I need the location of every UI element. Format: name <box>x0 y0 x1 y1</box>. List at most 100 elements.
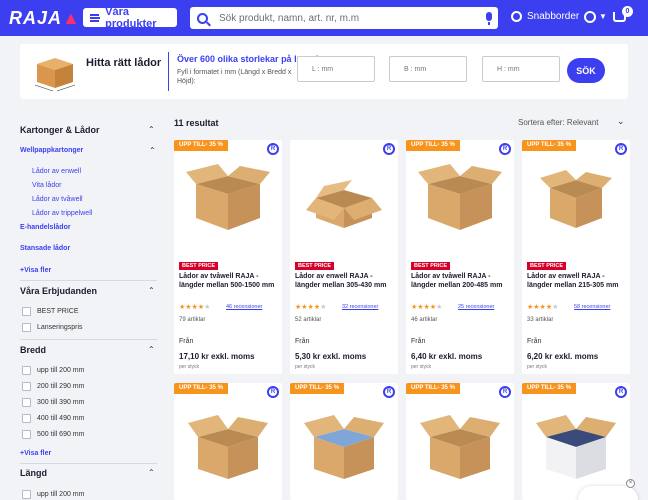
finder-divider <box>168 52 169 91</box>
checkbox-label: BEST PRICE <box>37 308 79 315</box>
ehandel-link[interactable]: E-handelslådor <box>20 224 71 231</box>
chevron-up-icon[interactable]: ⌃ <box>148 125 155 134</box>
reviews-link[interactable]: 32 recensioner <box>342 304 378 310</box>
box-dimensions-icon <box>34 58 76 92</box>
checkbox[interactable] <box>22 490 31 499</box>
filter-bredd-4[interactable]: 500 till 690 mm <box>22 430 84 439</box>
promo-badge: UPP TILL- 35 % <box>174 140 228 151</box>
length-input[interactable] <box>297 56 375 82</box>
chevron-up-icon[interactable]: ⌃ <box>148 468 155 477</box>
open-box-image <box>186 164 270 230</box>
microphone-icon[interactable] <box>486 12 492 25</box>
quick-order-button[interactable]: Snabborder <box>511 11 579 22</box>
checkbox[interactable] <box>22 398 31 407</box>
rating-stars: ★★★★★ <box>295 304 327 311</box>
product-name[interactable]: Lådor av enwell RAJA - längder mellan 30… <box>295 272 395 290</box>
rating-stars: ★★★★★ <box>179 304 211 311</box>
raja-logo[interactable]: RAJA▲ <box>9 8 81 29</box>
langd-heading[interactable]: Längd <box>20 468 47 478</box>
best-price-badge: BEST PRICE <box>527 262 567 270</box>
product-name[interactable]: Lådor av enwell RAJA - längder mellan 21… <box>527 272 627 290</box>
price-unit: per styck <box>295 364 316 370</box>
filter-langd-0[interactable]: upp till 200 mm <box>22 490 84 499</box>
checkbox[interactable] <box>22 323 31 332</box>
reviews-link[interactable]: 58 recensioner <box>574 304 610 310</box>
checkbox-label: 200 till 290 mm <box>37 383 85 390</box>
checkbox-label: 300 till 390 mm <box>37 399 85 406</box>
price-from-label: Från <box>179 338 194 345</box>
chevron-up-icon[interactable]: ⌃ <box>148 345 155 354</box>
chevron-up-icon[interactable]: ⌃ <box>149 146 156 155</box>
chevron-down-icon[interactable]: ▼ <box>599 12 607 21</box>
filter-lanseringspris[interactable]: Lanseringspris <box>22 323 83 332</box>
open-box-image <box>540 170 612 228</box>
sidebar-item-tvawell[interactable]: Lådor av tvåwell <box>32 196 83 203</box>
product-name[interactable]: Lådor av tvåwell RAJA - längder mellan 5… <box>179 272 279 290</box>
promo-badge: UPP TILL- 35 % <box>174 383 228 394</box>
checkbox[interactable] <box>22 366 31 375</box>
height-input[interactable] <box>482 56 560 82</box>
width-input[interactable] <box>389 56 467 82</box>
filter-bredd-1[interactable]: 200 till 290 mm <box>22 382 84 391</box>
promo-badge: UPP TILL- 35 % <box>406 383 460 394</box>
product-card[interactable]: UPP TILL- 35 % R BEST PRICE Lådor av enw… <box>522 140 630 374</box>
filter-best-price[interactable]: BEST PRICE <box>22 307 79 316</box>
user-icon[interactable] <box>584 11 596 23</box>
products-menu-button[interactable]: Våra produkter <box>83 6 177 30</box>
chat-widget[interactable] <box>578 486 638 500</box>
search-icon[interactable] <box>197 12 208 24</box>
top-header: RAJA▲ Våra produkter Snabborder ▼ 0 <box>0 0 648 36</box>
reviews-link[interactable]: 25 recensioner <box>458 304 494 310</box>
product-card[interactable]: UPP TILL- 35 % R <box>522 383 630 500</box>
promo-badge: UPP TILL- 35 % <box>522 383 576 394</box>
finder-search-button[interactable]: SÖK <box>567 58 605 83</box>
product-card[interactable]: UPP TILL- 35 % R <box>406 383 514 500</box>
open-box-image <box>418 164 502 230</box>
search-input[interactable] <box>219 12 469 24</box>
product-card[interactable]: UPP TILL- 35 % R BEST PRICE Lådor av två… <box>174 140 282 374</box>
product-card[interactable]: UPP TILL- 35 % R BEST PRICE Lådor av två… <box>406 140 514 374</box>
open-box-image <box>188 415 268 479</box>
divider <box>20 339 157 340</box>
price-from-label: Från <box>411 338 426 345</box>
product-card[interactable]: UPP TILL- 35 % R <box>174 383 282 500</box>
checkbox-label: upp till 200 mm <box>37 491 85 498</box>
checkbox[interactable] <box>22 382 31 391</box>
checkbox[interactable] <box>22 430 31 439</box>
clock-icon <box>511 11 522 22</box>
filter-bredd-2[interactable]: 300 till 390 mm <box>22 398 84 407</box>
product-price: 6,40 kr exkl. moms <box>411 352 483 361</box>
sort-dropdown[interactable]: Sortera efter: Relevant <box>518 118 598 127</box>
best-price-badge: BEST PRICE <box>411 262 451 270</box>
close-icon[interactable]: × <box>626 479 635 488</box>
checkbox-label: 400 till 490 mm <box>37 415 85 422</box>
stansade-link[interactable]: Stansade lådor <box>20 245 70 252</box>
show-more-categories[interactable]: +Visa fler <box>20 267 51 274</box>
chevron-up-icon[interactable]: ⌃ <box>148 286 155 295</box>
bredd-heading[interactable]: Bredd <box>20 345 46 355</box>
quick-order-label: Snabborder <box>527 11 580 22</box>
checkbox[interactable] <box>22 307 31 316</box>
sidebar-item-vita[interactable]: Vita lådor <box>32 182 61 189</box>
chevron-down-icon[interactable]: ⌄ <box>617 116 625 127</box>
offers-heading[interactable]: Våra Erbjudanden <box>20 286 97 296</box>
sidebar-item-trippelwell[interactable]: Lådor av trippelwell <box>32 210 92 217</box>
sidebar-item-enwell[interactable]: Lådor av enwell <box>32 168 81 175</box>
product-card[interactable]: UPP TILL- 35 % R <box>290 383 398 500</box>
product-name[interactable]: Lådor av tvåwell RAJA - längder mellan 2… <box>411 272 511 290</box>
rating-stars: ★★★★★ <box>411 304 443 311</box>
show-more-bredd[interactable]: +Visa fler <box>20 450 51 457</box>
checkbox[interactable] <box>22 414 31 423</box>
reviews-link[interactable]: 46 recensioner <box>226 304 262 310</box>
best-price-badge: BEST PRICE <box>295 262 335 270</box>
category-heading[interactable]: Kartonger & Lådor <box>20 125 100 135</box>
article-count: 52 artiklar <box>295 317 322 323</box>
promo-badge: UPP TILL- 35 % <box>522 140 576 151</box>
filter-bredd-3[interactable]: 400 till 490 mm <box>22 414 84 423</box>
filter-bredd-0[interactable]: upp till 200 mm <box>22 366 84 375</box>
finder-subtitle: Fyll i formatet i mm (Längd x Bredd x Hö… <box>177 69 292 85</box>
checkbox-label: 500 till 690 mm <box>37 431 85 438</box>
product-card[interactable]: R BEST PRICE Lådor av enwell RAJA - läng… <box>290 140 398 374</box>
wellpapp-link[interactable]: Wellpappkartonger <box>20 147 83 154</box>
finder-title: Hitta rätt lådor <box>86 57 162 69</box>
